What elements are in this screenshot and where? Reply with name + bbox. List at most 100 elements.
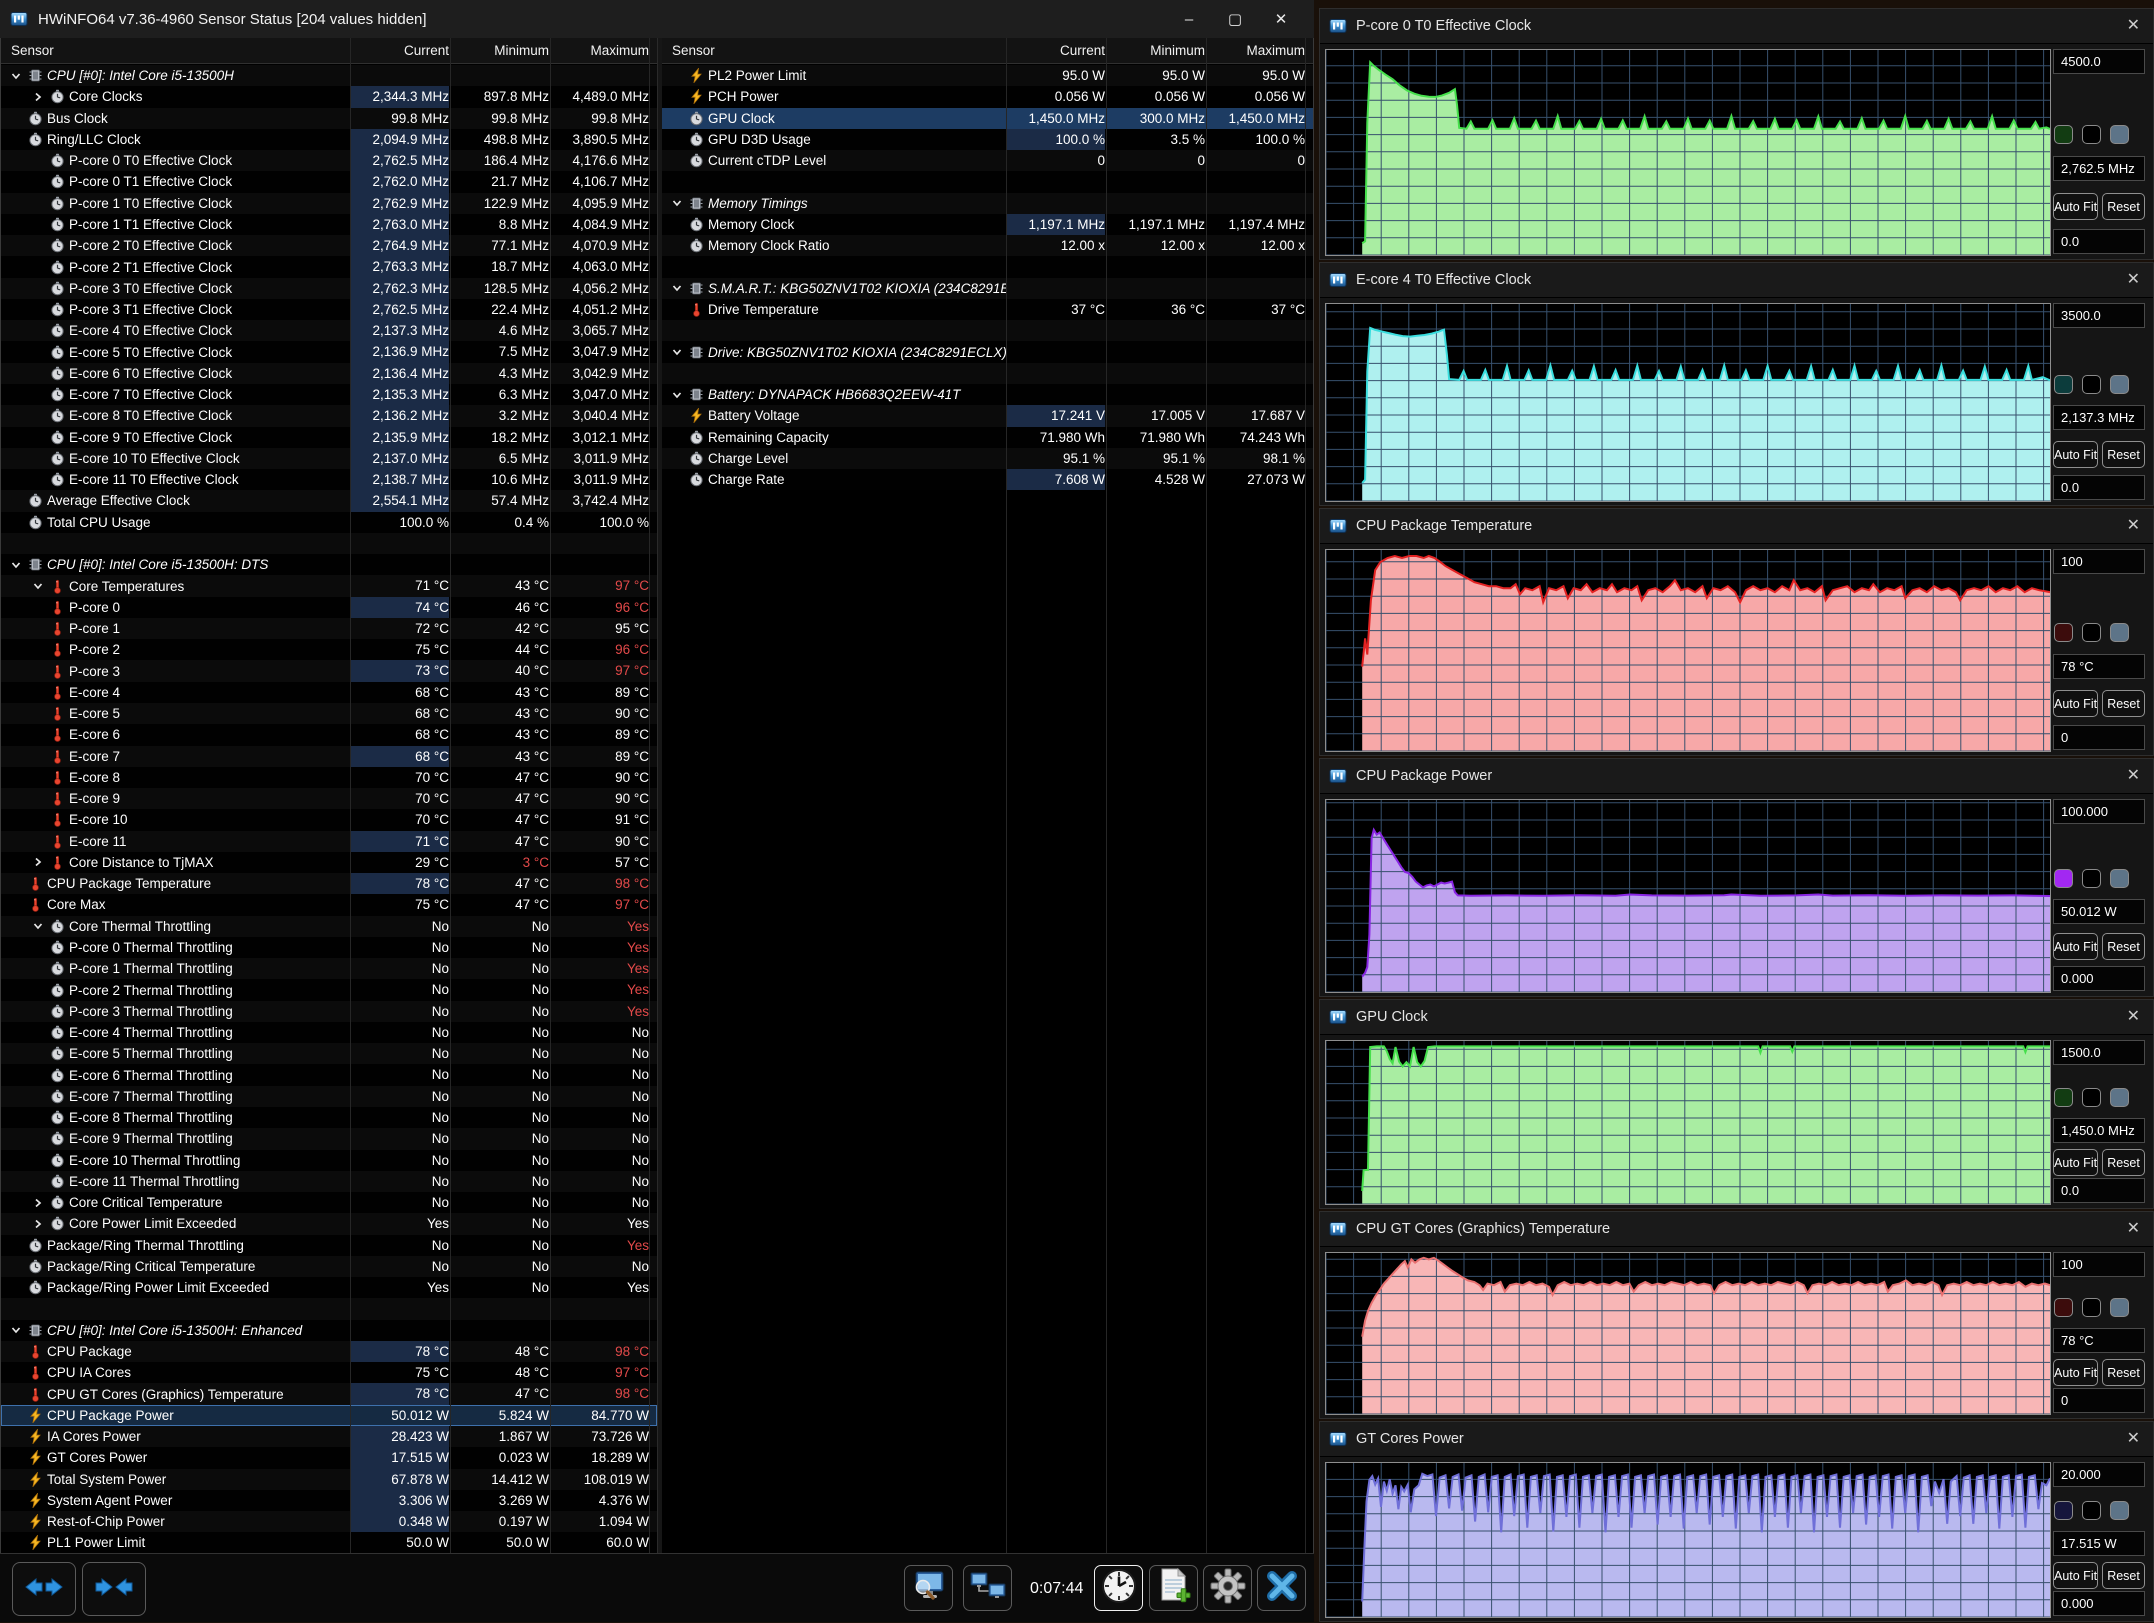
auto-fit-button[interactable]: Auto Fit	[2053, 1149, 2098, 1176]
graph-max-value[interactable]: 20.000	[2053, 1462, 2145, 1487]
sensor-row[interactable]: PL2 Power Limit95.0 W95.0 W95.0 W	[662, 65, 1313, 86]
graph-min-value[interactable]: 0.000	[2053, 966, 2145, 991]
graph-current-value[interactable]: 78 °C	[2053, 654, 2145, 679]
line-color-swatch[interactable]	[2054, 375, 2073, 394]
auto-fit-button[interactable]: Auto Fit	[2053, 1359, 2098, 1386]
sensor-row[interactable]: Rest-of-Chip Power0.348 W0.197 W1.094 W	[1, 1511, 657, 1532]
sensor-row[interactable]: CPU GT Cores (Graphics) Temperature78 °C…	[1, 1383, 657, 1404]
line-color-swatch[interactable]	[2054, 1298, 2073, 1317]
sensor-row[interactable]: Core Thermal ThrottlingNoNoYes	[1, 916, 657, 937]
sensor-row[interactable]: E-core 768 °C43 °C89 °C	[1, 746, 657, 767]
sensor-row[interactable]: Core Distance to TjMAX29 °C3 °C57 °C	[1, 852, 657, 873]
sensor-row[interactable]: P-core 2 T0 Effective Clock2,764.9 MHz77…	[1, 235, 657, 256]
sensor-row[interactable]: E-core 10 Thermal ThrottlingNoNoNo	[1, 1150, 657, 1171]
column-divider[interactable]	[649, 38, 650, 1553]
chevron-down-icon[interactable]	[31, 920, 45, 932]
graph-current-value[interactable]: 50.012 W	[2053, 899, 2145, 924]
graph-title-bar[interactable]: E-core 4 T0 Effective Clock✕	[1320, 263, 2153, 298]
sensor-row[interactable]: P-core 2 T1 Effective Clock2,763.3 MHz18…	[1, 256, 657, 277]
column-divider[interactable]	[1106, 38, 1107, 1553]
background-color-swatch[interactable]	[2082, 125, 2101, 144]
auto-fit-button[interactable]: Auto Fit	[2053, 1562, 2098, 1589]
sensor-row[interactable]: P-core 275 °C44 °C96 °C	[1, 639, 657, 660]
line-color-swatch[interactable]	[2054, 125, 2073, 144]
line-color-swatch[interactable]	[2054, 869, 2073, 888]
sensor-row[interactable]: P-core 3 Thermal ThrottlingNoNoYes	[1, 1001, 657, 1022]
sensor-row[interactable]: P-core 172 °C42 °C95 °C	[1, 618, 657, 639]
sensor-section-row[interactable]: Battery: DYNAPACK HB6683Q2EEW-41T	[662, 384, 1313, 405]
auto-fit-button[interactable]: Auto Fit	[2053, 441, 2098, 468]
sensor-row[interactable]: IA Cores Power28.423 W1.867 W73.726 W	[1, 1426, 657, 1447]
graph-max-value[interactable]: 100.000	[2053, 799, 2145, 824]
sensor-section-row[interactable]: Memory Timings	[662, 193, 1313, 214]
chevron-down-icon[interactable]	[9, 70, 23, 82]
close-icon[interactable]: ✕	[2127, 1009, 2140, 1025]
sensor-row[interactable]: CPU Package Temperature78 °C47 °C98 °C	[1, 873, 657, 894]
sensor-row[interactable]: GPU D3D Usage100.0 %3.5 %100.0 %	[662, 129, 1313, 150]
column-minimum[interactable]: Minimum	[1105, 43, 1205, 58]
sensor-row[interactable]: P-core 0 Thermal ThrottlingNoNoYes	[1, 937, 657, 958]
chevron-down-icon[interactable]	[9, 559, 23, 571]
sensor-row[interactable]: P-core 0 T1 Effective Clock2,762.0 MHz21…	[1, 171, 657, 192]
sensor-row[interactable]: Package/Ring Thermal ThrottlingNoNoYes	[1, 1235, 657, 1256]
sensor-row[interactable]: E-core 11 Thermal ThrottlingNoNoNo	[1, 1171, 657, 1192]
column-maximum[interactable]: Maximum	[1205, 43, 1305, 58]
graph-min-value[interactable]: 0	[2053, 1388, 2145, 1413]
graph-max-value[interactable]: 3500.0	[2053, 303, 2145, 328]
grid-color-swatch[interactable]	[2110, 375, 2129, 394]
system-summary-button[interactable]	[904, 1565, 953, 1611]
sensor-row[interactable]: Package/Ring Power Limit ExceededYesNoYe…	[1, 1277, 657, 1298]
sensor-row[interactable]: E-core 4 T0 Effective Clock2,137.3 MHz4.…	[1, 320, 657, 341]
graph-max-value[interactable]: 100	[2053, 1252, 2145, 1277]
grid-color-swatch[interactable]	[2110, 125, 2129, 144]
sensor-row[interactable]: P-core 3 T0 Effective Clock2,762.3 MHz12…	[1, 278, 657, 299]
minimize-button[interactable]: –	[1166, 0, 1212, 38]
sensor-row[interactable]: System Agent Power3.306 W3.269 W4.376 W	[1, 1490, 657, 1511]
column-divider[interactable]	[450, 38, 451, 1553]
graph-title-bar[interactable]: GPU Clock✕	[1320, 1000, 2153, 1035]
sensor-row[interactable]: P-core 373 °C40 °C97 °C	[1, 660, 657, 681]
sensor-row[interactable]: Core Max75 °C47 °C97 °C	[1, 894, 657, 915]
graph-min-value[interactable]: 0.0	[2053, 229, 2145, 254]
reset-button[interactable]: Reset	[2102, 690, 2145, 717]
chevron-down-icon[interactable]	[670, 282, 684, 294]
sensor-row[interactable]: Drive Temperature37 °C36 °C37 °C	[662, 299, 1313, 320]
chevron-right-icon[interactable]	[31, 1197, 45, 1209]
close-icon[interactable]: ✕	[2127, 1221, 2140, 1237]
close-icon[interactable]: ✕	[2127, 518, 2140, 534]
close-icon[interactable]: ✕	[2127, 1431, 2140, 1447]
column-divider[interactable]	[350, 38, 351, 1553]
graph-min-value[interactable]: 0.0	[2053, 475, 2145, 500]
sensor-row[interactable]: Core Temperatures71 °C43 °C97 °C	[1, 575, 657, 596]
sensor-row[interactable]: E-core 468 °C43 °C89 °C	[1, 682, 657, 703]
logging-report-button[interactable]	[1149, 1565, 1198, 1611]
graph-title-bar[interactable]: GT Cores Power✕	[1320, 1422, 2153, 1457]
graph-title-bar[interactable]: CPU Package Power✕	[1320, 759, 2153, 794]
sensor-row[interactable]: CPU Package78 °C48 °C98 °C	[1, 1341, 657, 1362]
column-divider[interactable]	[1006, 38, 1007, 1553]
settings-button[interactable]	[1203, 1565, 1252, 1611]
chevron-down-icon[interactable]	[31, 580, 45, 592]
column-divider[interactable]	[550, 38, 551, 1553]
grid-color-swatch[interactable]	[2110, 623, 2129, 642]
polling-clock-button[interactable]	[1094, 1565, 1143, 1611]
sensor-row[interactable]: Package/Ring Critical TemperatureNoNoNo	[1, 1256, 657, 1277]
sensor-row[interactable]: E-core 870 °C47 °C90 °C	[1, 767, 657, 788]
sensor-row[interactable]: Memory Clock1,197.1 MHz1,197.1 MHz1,197.…	[662, 214, 1313, 235]
sensor-row[interactable]: E-core 8 Thermal ThrottlingNoNoNo	[1, 1107, 657, 1128]
sensor-row[interactable]: Battery Voltage17.241 V17.005 V17.687 V	[662, 405, 1313, 426]
background-color-swatch[interactable]	[2082, 1298, 2101, 1317]
sensor-row[interactable]: P-core 3 T1 Effective Clock2,762.5 MHz22…	[1, 299, 657, 320]
column-header[interactable]: Sensor Current Minimum Maximum	[1, 38, 657, 64]
sensor-row[interactable]: P-core 074 °C46 °C96 °C	[1, 597, 657, 618]
remote-monitoring-button[interactable]	[963, 1565, 1012, 1611]
graph-current-value[interactable]: 1,450.0 MHz	[2053, 1118, 2145, 1143]
column-divider[interactable]	[1206, 38, 1207, 1553]
sensor-row[interactable]: Bus Clock99.8 MHz99.8 MHz99.8 MHz	[1, 108, 657, 129]
graph-current-value[interactable]: 2,762.5 MHz	[2053, 156, 2145, 181]
line-color-swatch[interactable]	[2054, 623, 2073, 642]
sensor-row[interactable]: Remaining Capacity71.980 Wh71.980 Wh74.2…	[662, 427, 1313, 448]
line-color-swatch[interactable]	[2054, 1088, 2073, 1107]
chevron-down-icon[interactable]	[9, 1324, 23, 1336]
sensor-row[interactable]: P-core 1 Thermal ThrottlingNoNoYes	[1, 958, 657, 979]
